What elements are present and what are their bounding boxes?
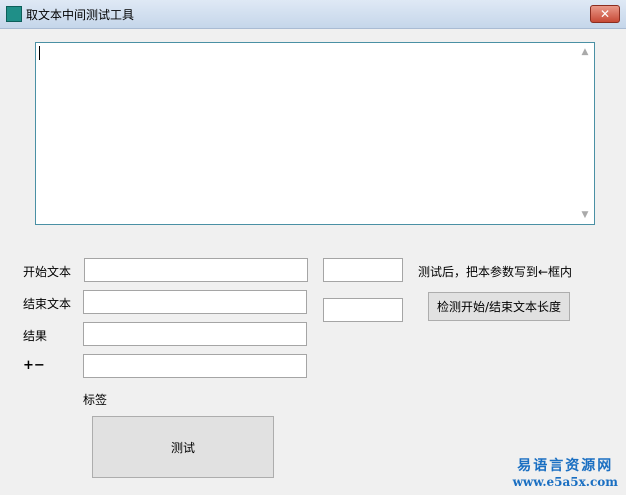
watermark-title: 易语言资源网 — [517, 458, 614, 474]
watermark-url: www.e5a5x.com — [512, 475, 618, 489]
start-text-input[interactable] — [84, 258, 308, 282]
param-input-top[interactable] — [323, 258, 403, 282]
result-label: 结果 — [23, 329, 48, 343]
start-text-label: 开始文本 — [23, 265, 72, 279]
test-button[interactable]: 测试 — [92, 416, 274, 478]
end-text-input[interactable] — [83, 290, 307, 314]
title-bar: 取文本中间测试工具 ✕ — [0, 0, 626, 29]
plus-minus-label: +− — [23, 358, 45, 373]
close-button[interactable]: ✕ — [590, 5, 620, 23]
watermark: 易语言资源网 www.e5a5x.com — [513, 455, 618, 489]
param-input-bottom[interactable] — [323, 298, 403, 322]
memo-textarea[interactable]: ▲ ▼ — [35, 42, 595, 225]
vertical-scrollbar[interactable]: ▲ ▼ — [577, 44, 593, 223]
result-input[interactable] — [83, 322, 307, 346]
text-caret — [39, 46, 40, 60]
window-title: 取文本中间测试工具 — [26, 8, 135, 22]
end-text-label: 结束文本 — [23, 297, 72, 311]
plus-minus-input[interactable] — [83, 354, 307, 378]
app-icon — [6, 6, 22, 22]
hint-label: 测试后，把本参数写到←框内 — [418, 265, 573, 279]
tag-label: 标签 — [83, 393, 108, 407]
check-length-button[interactable]: 检测开始/结束文本长度 — [428, 292, 570, 321]
scroll-up-icon[interactable]: ▲ — [577, 44, 593, 60]
scroll-down-icon[interactable]: ▼ — [577, 207, 593, 223]
